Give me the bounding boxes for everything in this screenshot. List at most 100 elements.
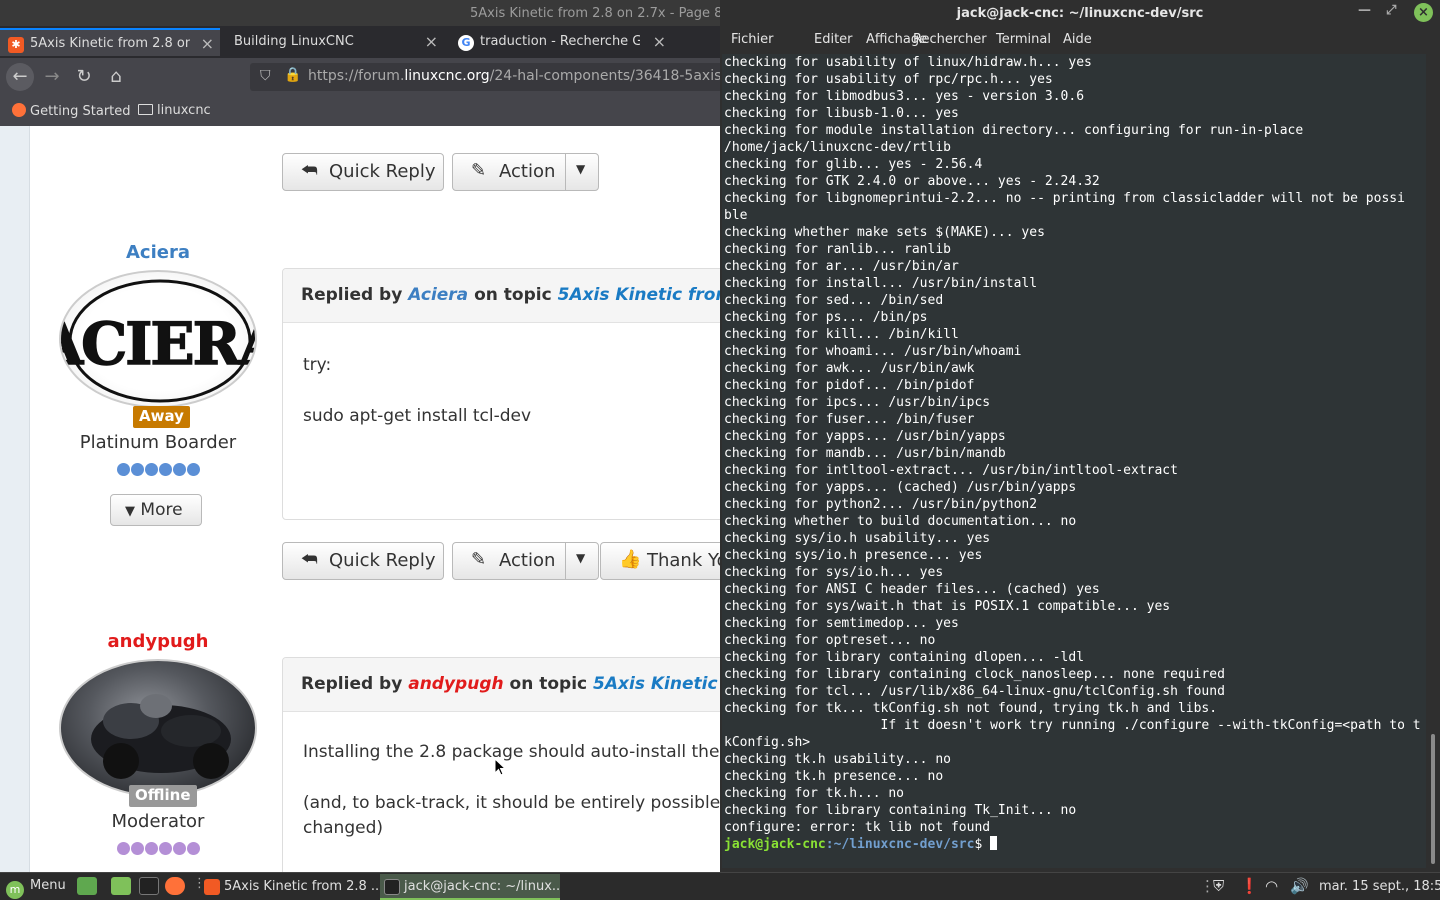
user-rank: Platinum Boarder	[79, 432, 237, 453]
terminal-scrollbar[interactable]	[1428, 54, 1438, 868]
firefox-launcher-icon[interactable]	[165, 877, 185, 895]
motorcycle-rider-icon	[91, 694, 231, 779]
terminal-line: checking for tk.h... no	[724, 786, 905, 801]
tab-strip: ✱ 5Axis Kinetic from 2.8 on 2.7x × Build…	[0, 26, 722, 79]
lock-icon[interactable]: 🔒	[284, 67, 301, 83]
terminal-line: checking for python2... /usr/bin/python2	[724, 497, 1038, 512]
action-button[interactable]: ✎ Action	[452, 153, 566, 191]
post-text-line: try:	[303, 355, 332, 375]
task-terminal[interactable]: jack@jack-cnc: ~/linux...	[380, 874, 560, 900]
tab-traduction-google[interactable]: G traduction - Recherche Google ×	[450, 28, 672, 56]
more-label: More	[140, 500, 183, 520]
firefox-icon	[204, 879, 220, 895]
close-tab-icon[interactable]: ×	[653, 32, 666, 51]
scrollbar-thumb[interactable]	[1431, 734, 1435, 864]
terminal-line: checking sys/io.h presence... yes	[724, 548, 983, 563]
update-manager-icon[interactable]: ❗	[1240, 877, 1259, 895]
google-icon: G	[458, 35, 474, 51]
action-dropdown-button[interactable]: ▼	[565, 153, 599, 191]
browser-window-title: 5Axis Kinetic from 2.8 on 2.7x - Page 8 …	[470, 6, 722, 21]
quick-reply-button[interactable]: ⮪ Quick Reply	[282, 153, 444, 191]
bookmark-getting-started[interactable]: Getting Started	[12, 103, 131, 119]
terminal-line: checking sys/io.h usability... yes	[724, 531, 991, 546]
menu-rechercher[interactable]: Rechercher	[913, 32, 987, 47]
forward-arrow-icon[interactable]: →	[38, 63, 66, 91]
close-tab-icon[interactable]: ×	[201, 34, 214, 53]
home-icon[interactable]: ⌂	[102, 63, 130, 91]
terminal-line: checking for awk... /usr/bin/awk	[724, 361, 975, 376]
prompt-path: :~/linuxcnc-dev/src	[825, 837, 975, 852]
volume-icon[interactable]: 🔊	[1290, 877, 1309, 895]
maximize-icon[interactable]: ⤢	[1386, 3, 1396, 18]
terminal-line: checking for kill... /bin/kill	[724, 327, 959, 342]
task-firefox[interactable]: 5Axis Kinetic from 2.8 ...	[200, 874, 378, 900]
close-tab-icon[interactable]: ×	[425, 32, 438, 51]
task-label: jack@jack-cnc: ~/linux...	[404, 879, 560, 894]
terminal-line: checking for module installation directo…	[724, 123, 1304, 138]
mint-logo-icon: m	[6, 881, 24, 899]
show-desktop-icon[interactable]	[77, 877, 97, 895]
terminal-line: ble	[724, 208, 748, 223]
post-header-user[interactable]: andypugh	[408, 674, 503, 694]
terminal-line: checking for intltool-extract... /usr/bi…	[724, 463, 1178, 478]
menu-editer[interactable]: Editer	[814, 32, 853, 47]
action-button[interactable]: ✎ Action	[452, 542, 566, 580]
close-window-icon[interactable]: ×	[1414, 3, 1433, 22]
shield-icon[interactable]: ⛉	[260, 68, 271, 84]
browser-titlebar: 5Axis Kinetic from 2.8 on 2.7x - Page 8 …	[0, 0, 722, 28]
url-bar[interactable]: ⛉ 🔒 https://forum.linuxcnc.org/24-hal-co…	[250, 63, 722, 91]
post-aciera: Replied by Aciera on topic 5Axis Kinetic…	[282, 268, 722, 520]
action-dropdown-button[interactable]: ▼	[565, 542, 599, 580]
post-author-name[interactable]: Aciera	[58, 242, 258, 263]
replied-by-label: Replied by	[301, 285, 403, 305]
reload-icon[interactable]: ↻	[70, 63, 98, 91]
thumbs-up-icon: 👍	[619, 549, 642, 570]
terminal-launcher-icon[interactable]	[139, 877, 159, 895]
menu-terminal[interactable]: Terminal	[996, 32, 1051, 47]
menu-label: Menu	[30, 878, 66, 893]
topic-link[interactable]: 5Axis Kinetic from 2.8 on 2.7x	[558, 285, 722, 305]
tab-label: Building LinuxCNC	[234, 34, 354, 49]
terminal-line: checking for optreset... no	[724, 633, 936, 648]
post-header: Replied by andypugh on topic 5Axis Kinet…	[283, 658, 722, 712]
terminal-line: checking for GTK 2.4.0 or above... yes -…	[724, 174, 1100, 189]
post-header-user[interactable]: Aciera	[408, 285, 468, 305]
terminal-line: checking for usability of rpc/rpc.h... y…	[724, 72, 1053, 87]
minimize-icon[interactable]: —	[1358, 3, 1371, 18]
aciera-avatar[interactable]: ACIERA	[59, 270, 257, 408]
start-menu-button[interactable]: m Menu	[6, 878, 66, 899]
bookmark-linuxcnc[interactable]: linuxcnc	[138, 103, 211, 118]
terminal-line: checking for tcl... /usr/lib/x86_64-linu…	[724, 684, 1225, 699]
topic-link[interactable]: 5Axis Kinetic from 2.8 on 2.7x	[593, 674, 722, 694]
menu-fichier[interactable]: Fichier	[731, 32, 774, 47]
files-icon[interactable]	[111, 877, 131, 895]
navigation-bar: ← → ↻ ⌂ ⛉ 🔒 https://forum.linuxcnc.org/2…	[0, 58, 722, 96]
on-topic-label: on topic	[509, 674, 588, 694]
terminal-output[interactable]: checking for usability of linux/hidraw.h…	[722, 54, 1426, 868]
terminal-line: checking for mandb... /usr/bin/mandb	[724, 446, 1006, 461]
terminal-line: checking for libgnomeprintui-2.2... no -…	[724, 191, 1405, 206]
menu-aide[interactable]: Aide	[1063, 32, 1092, 47]
aciera-logo-icon: ACIERA	[61, 279, 255, 403]
back-arrow-icon[interactable]: ←	[6, 63, 34, 91]
terminal-line: checking for library containing Tk_Init.…	[724, 803, 1077, 818]
shield-tray-icon[interactable]: ⛨	[1213, 877, 1224, 895]
post-text-line: (and, to back-track, it should be entire…	[303, 793, 722, 813]
quick-reply-button[interactable]: ⮪ Quick Reply	[282, 542, 444, 580]
terminal-line: checking for ipcs... /usr/bin/ipcs	[724, 395, 991, 410]
post-author-name[interactable]: andypugh	[58, 631, 258, 652]
tab-building-linuxcnc[interactable]: Building LinuxCNC ×	[222, 28, 444, 56]
terminal-prompt[interactable]: jack@jack-cnc:~/linuxcnc-dev/src$	[724, 836, 1421, 853]
more-button[interactable]: ▼ More	[110, 494, 202, 526]
tab-5axis-kinetic[interactable]: ✱ 5Axis Kinetic from 2.8 on 2.7x ×	[0, 28, 220, 56]
terminal-line: checking for sys/io.h... yes	[724, 565, 944, 580]
joomla-icon: ✱	[8, 37, 24, 53]
reply-icon: ⮪	[301, 160, 318, 181]
clock[interactable]: mar. 15 sept., 18:51	[1319, 879, 1440, 894]
user-rank: Moderator	[111, 811, 205, 832]
andypugh-avatar[interactable]	[59, 659, 257, 797]
thank-you-button[interactable]: 👍 Thank You	[600, 542, 722, 580]
terminal-line: checking for ANSI C header files... (cac…	[724, 582, 1100, 597]
terminal-line: checking for usability of linux/hidraw.h…	[724, 55, 1092, 70]
wifi-icon[interactable]: ◠	[1265, 877, 1278, 895]
